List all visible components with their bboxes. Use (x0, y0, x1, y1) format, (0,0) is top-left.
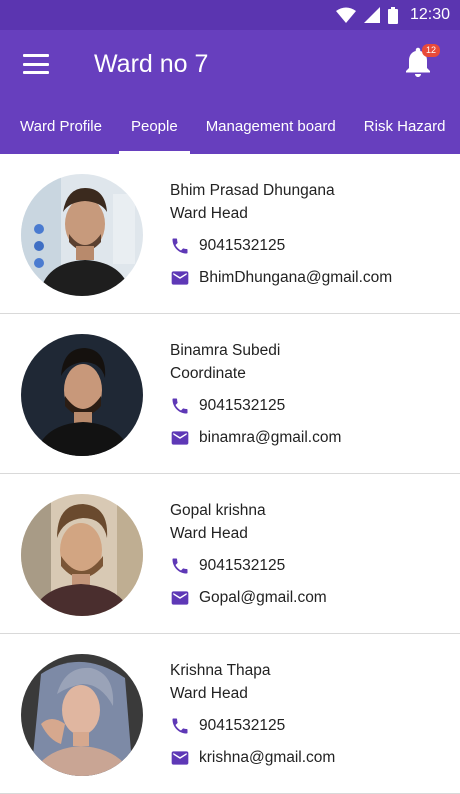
avatar (21, 174, 143, 296)
person-card[interactable]: Bhim Prasad Dhungana Ward Head 904153212… (0, 154, 460, 314)
people-list: Bhim Prasad Dhungana Ward Head 904153212… (0, 154, 460, 794)
person-role: Ward Head (170, 685, 248, 702)
phone-number: 9041532125 (199, 557, 286, 574)
email-row[interactable]: Gopal@gmail.com (170, 586, 327, 610)
person-role: Ward Head (170, 205, 248, 222)
email-address: BhimDhungana@gmail.com (199, 269, 393, 286)
wifi-icon (335, 7, 356, 23)
tab-risk-hazard[interactable]: Risk Hazard (364, 98, 446, 154)
tab-bar: Ward Profile People Management board Ris… (0, 98, 460, 154)
email-icon (171, 591, 189, 605)
person-info: Bhim Prasad Dhungana Ward Head 904153212… (170, 179, 392, 290)
signal-icon (363, 7, 380, 23)
person-name: Gopal krishna (170, 502, 266, 519)
email-row[interactable]: BhimDhungana@gmail.com (170, 266, 392, 290)
email-address: krishna@gmail.com (199, 749, 336, 766)
email-icon (171, 431, 189, 445)
person-role: Ward Head (170, 525, 248, 542)
battery-icon (387, 6, 398, 24)
menu-icon[interactable] (23, 54, 49, 74)
avatar (21, 334, 143, 456)
phone-row[interactable]: 9041532125 (170, 554, 327, 578)
person-name: Bhim Prasad Dhungana (170, 182, 335, 199)
person-info: Binamra Subedi Coordinate 9041532125 bin… (170, 339, 341, 450)
person-card[interactable]: Gopal krishna Ward Head 9041532125 Gopal… (0, 474, 460, 634)
phone-row[interactable]: 9041532125 (170, 714, 335, 738)
tab-management-board[interactable]: Management board (206, 98, 336, 154)
email-icon (171, 751, 189, 765)
tab-people[interactable]: People (119, 98, 190, 154)
phone-number: 9041532125 (199, 237, 286, 254)
person-info: Gopal krishna Ward Head 9041532125 Gopal… (170, 499, 327, 610)
status-bar: 12:30 (0, 0, 460, 30)
notification-badge: 12 (421, 44, 440, 57)
page-title: Ward no 7 (94, 49, 209, 78)
email-address: binamra@gmail.com (199, 429, 342, 446)
phone-icon (172, 238, 188, 254)
email-row[interactable]: krishna@gmail.com (170, 746, 335, 770)
person-info: Krishna Thapa Ward Head 9041532125 krish… (170, 659, 335, 770)
phone-number: 9041532125 (199, 717, 286, 734)
email-icon (171, 271, 189, 285)
phone-number: 9041532125 (199, 397, 286, 414)
phone-icon (172, 398, 188, 414)
email-address: Gopal@gmail.com (199, 589, 327, 606)
phone-icon (172, 558, 188, 574)
person-card[interactable]: Binamra Subedi Coordinate 9041532125 bin… (0, 314, 460, 474)
avatar (21, 654, 143, 776)
person-role: Coordinate (170, 365, 246, 382)
email-row[interactable]: binamra@gmail.com (170, 426, 341, 450)
person-name: Krishna Thapa (170, 662, 271, 679)
tab-ward-profile[interactable]: Ward Profile (20, 98, 102, 154)
phone-icon (172, 718, 188, 734)
phone-row[interactable]: 9041532125 (170, 394, 341, 418)
phone-row[interactable]: 9041532125 (170, 234, 392, 258)
app-bar: Ward no 7 12 (0, 30, 460, 98)
person-name: Binamra Subedi (170, 342, 281, 359)
person-card[interactable]: Krishna Thapa Ward Head 9041532125 krish… (0, 634, 460, 794)
avatar (21, 494, 143, 616)
status-time: 12:30 (409, 6, 450, 23)
